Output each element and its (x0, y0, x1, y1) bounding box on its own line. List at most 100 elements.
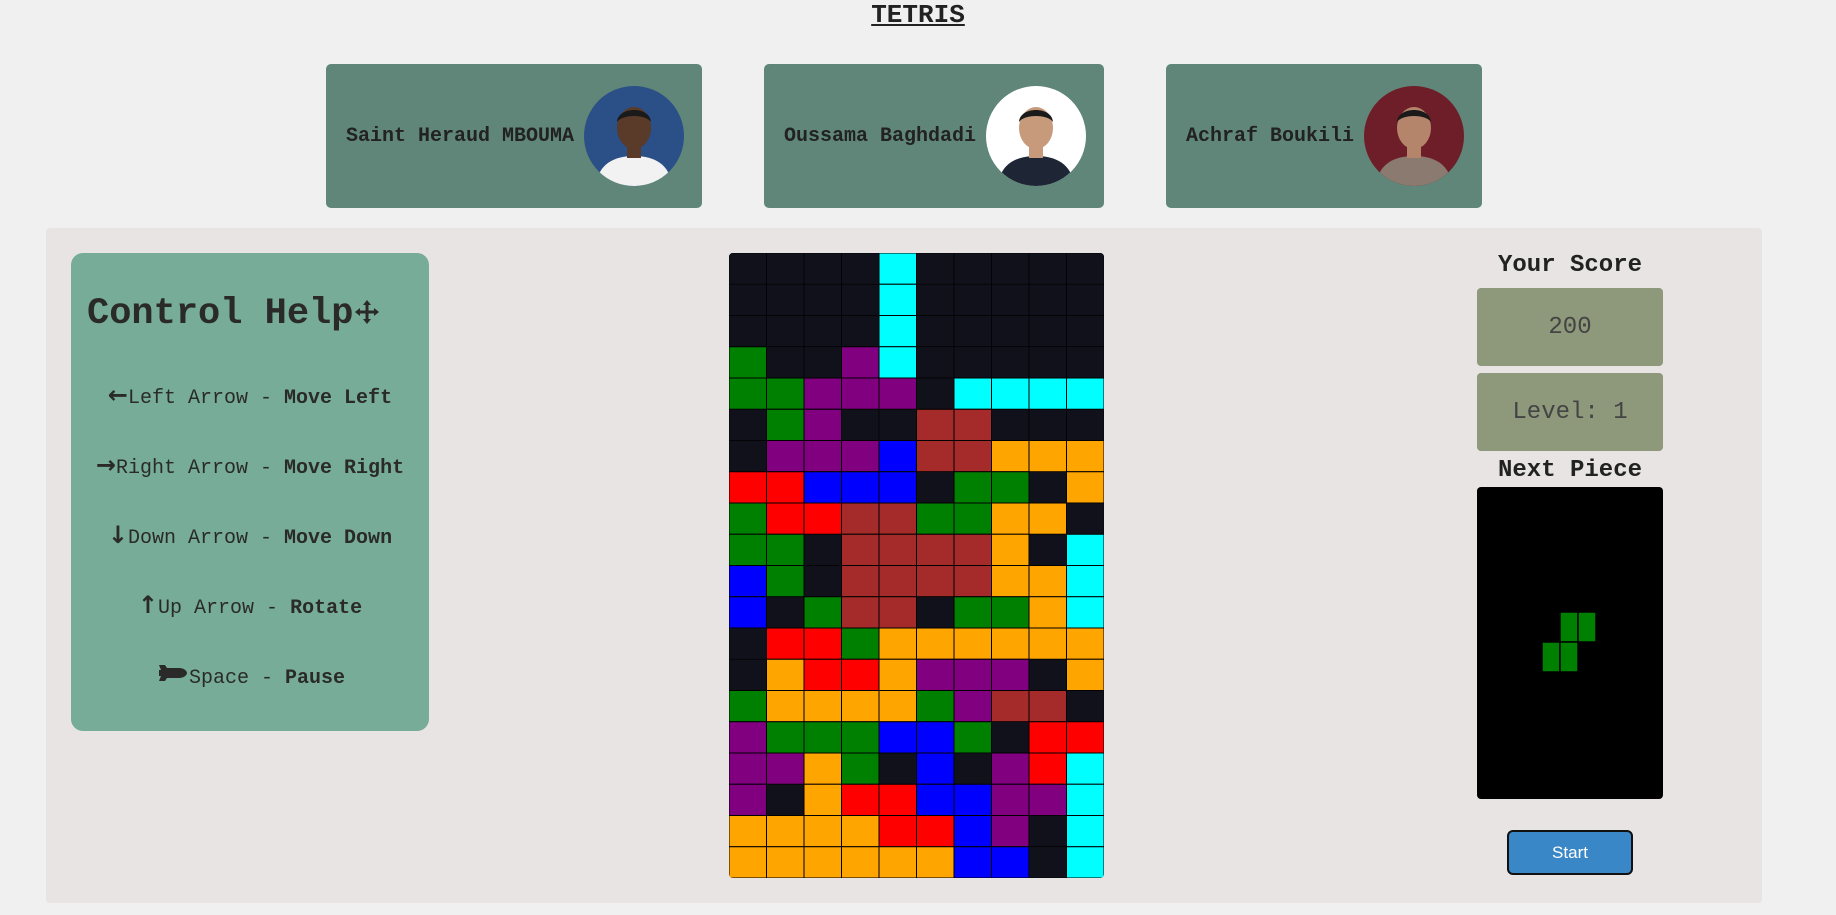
board-cell-empty (1066, 253, 1104, 285)
board-cell-filled (991, 533, 1030, 566)
board-cell-filled (803, 440, 842, 473)
level-value: Level: 1 (1477, 373, 1663, 451)
board-cell-filled (916, 502, 955, 535)
next-piece-cell (1577, 611, 1597, 643)
board-cell-empty (991, 408, 1030, 441)
board-cell-filled (953, 502, 992, 535)
board-cell-filled (953, 471, 992, 504)
board-cell-filled (766, 846, 805, 878)
page-title: TETRIS (871, 0, 965, 30)
board-cell-filled (878, 377, 917, 410)
board-cell-empty (729, 408, 767, 441)
board-cell-filled (1066, 565, 1104, 598)
board-cell-filled (1066, 533, 1104, 566)
control-row-space: Space - Pause (71, 661, 429, 690)
board-cell-filled (916, 846, 955, 878)
board-cell-empty (841, 315, 880, 348)
board-cell-filled (953, 815, 992, 848)
score-value: 200 (1477, 288, 1663, 366)
board-cell-filled (729, 815, 767, 848)
board-cell-filled (841, 846, 880, 878)
board-cell-filled (878, 721, 917, 754)
board-cell-filled (1028, 440, 1067, 473)
board-cell-empty (1066, 346, 1104, 379)
control-action-label: Rotate (290, 597, 363, 620)
board-cell-filled (916, 565, 955, 598)
board-cell-filled (1066, 471, 1104, 504)
board-cell-filled (766, 627, 805, 660)
board-cell-empty (1028, 815, 1067, 848)
board-cell-filled (766, 721, 805, 754)
board-cell-filled (803, 783, 842, 816)
board-cell-empty (1028, 846, 1067, 878)
board-cell-filled (729, 752, 767, 785)
board-cell-empty (1028, 533, 1067, 566)
start-button[interactable]: Start (1507, 830, 1633, 875)
board-cell-empty (729, 440, 767, 473)
board-cell-filled (729, 502, 767, 535)
control-action-label: Move Right (284, 457, 405, 480)
board-cell-filled (1066, 596, 1104, 629)
board-cell-filled (841, 346, 880, 379)
board-cell-filled (1066, 658, 1104, 691)
board-cell-filled (991, 565, 1030, 598)
board-cell-empty (916, 253, 955, 285)
board-cell-filled (878, 596, 917, 629)
control-help-heading: Control Help (87, 293, 427, 335)
board-cell-filled (1066, 440, 1104, 473)
board-cell-filled (841, 502, 880, 535)
control-action-label: Move Left (284, 387, 393, 410)
board-cell-filled (803, 690, 842, 723)
board-cell-filled (1028, 377, 1067, 410)
board-cell-empty (1066, 690, 1104, 723)
board-cell-filled (841, 658, 880, 691)
board-cell-filled (953, 596, 992, 629)
board-cell-filled (916, 721, 955, 754)
board-cell-filled (803, 502, 842, 535)
board-cell-filled (916, 440, 955, 473)
board-cell-filled (953, 783, 992, 816)
board-cell-empty (916, 377, 955, 410)
board-cell-empty (991, 721, 1030, 754)
game-board[interactable] (729, 253, 1104, 878)
control-key-label: Up Arrow - (158, 597, 291, 620)
board-cell-empty (953, 346, 992, 379)
board-cell-filled (991, 690, 1030, 723)
board-cell-filled (1028, 502, 1067, 535)
board-cell-filled (878, 627, 917, 660)
board-cell-filled (878, 783, 917, 816)
board-cell-filled (1066, 846, 1104, 878)
board-cell-empty (916, 346, 955, 379)
board-cell-filled (991, 627, 1030, 660)
board-cell-empty (991, 253, 1030, 285)
board-cell-filled (729, 377, 767, 410)
team-member-name: Oussama Baghdadi (784, 124, 977, 148)
board-cell-filled (1066, 377, 1104, 410)
board-cell-filled (878, 253, 917, 285)
control-key-label: Right Arrow - (116, 457, 285, 480)
board-cell-empty (1066, 315, 1104, 348)
board-cell-filled (766, 690, 805, 723)
board-cell-filled (803, 471, 842, 504)
next-piece-cell (1559, 641, 1579, 673)
board-cell-filled (803, 408, 842, 441)
board-cell-filled (878, 502, 917, 535)
board-cell-empty (953, 283, 992, 316)
board-cell-filled (841, 565, 880, 598)
board-cell-filled (803, 752, 842, 785)
board-cell-filled (878, 690, 917, 723)
board-cell-empty (916, 596, 955, 629)
board-cell-empty (991, 315, 1030, 348)
score-label: Your Score (1497, 252, 1643, 279)
board-cell-filled (766, 565, 805, 598)
board-cell-filled (803, 596, 842, 629)
board-cell-empty (803, 253, 842, 285)
board-cell-filled (766, 752, 805, 785)
board-cell-empty (991, 283, 1030, 316)
board-cell-filled (841, 721, 880, 754)
board-cell-filled (878, 815, 917, 848)
board-grid (729, 253, 1104, 878)
board-cell-filled (1028, 721, 1067, 754)
control-row-down: ↓Down Arrow - Move Down (71, 521, 429, 550)
board-cell-empty (803, 533, 842, 566)
